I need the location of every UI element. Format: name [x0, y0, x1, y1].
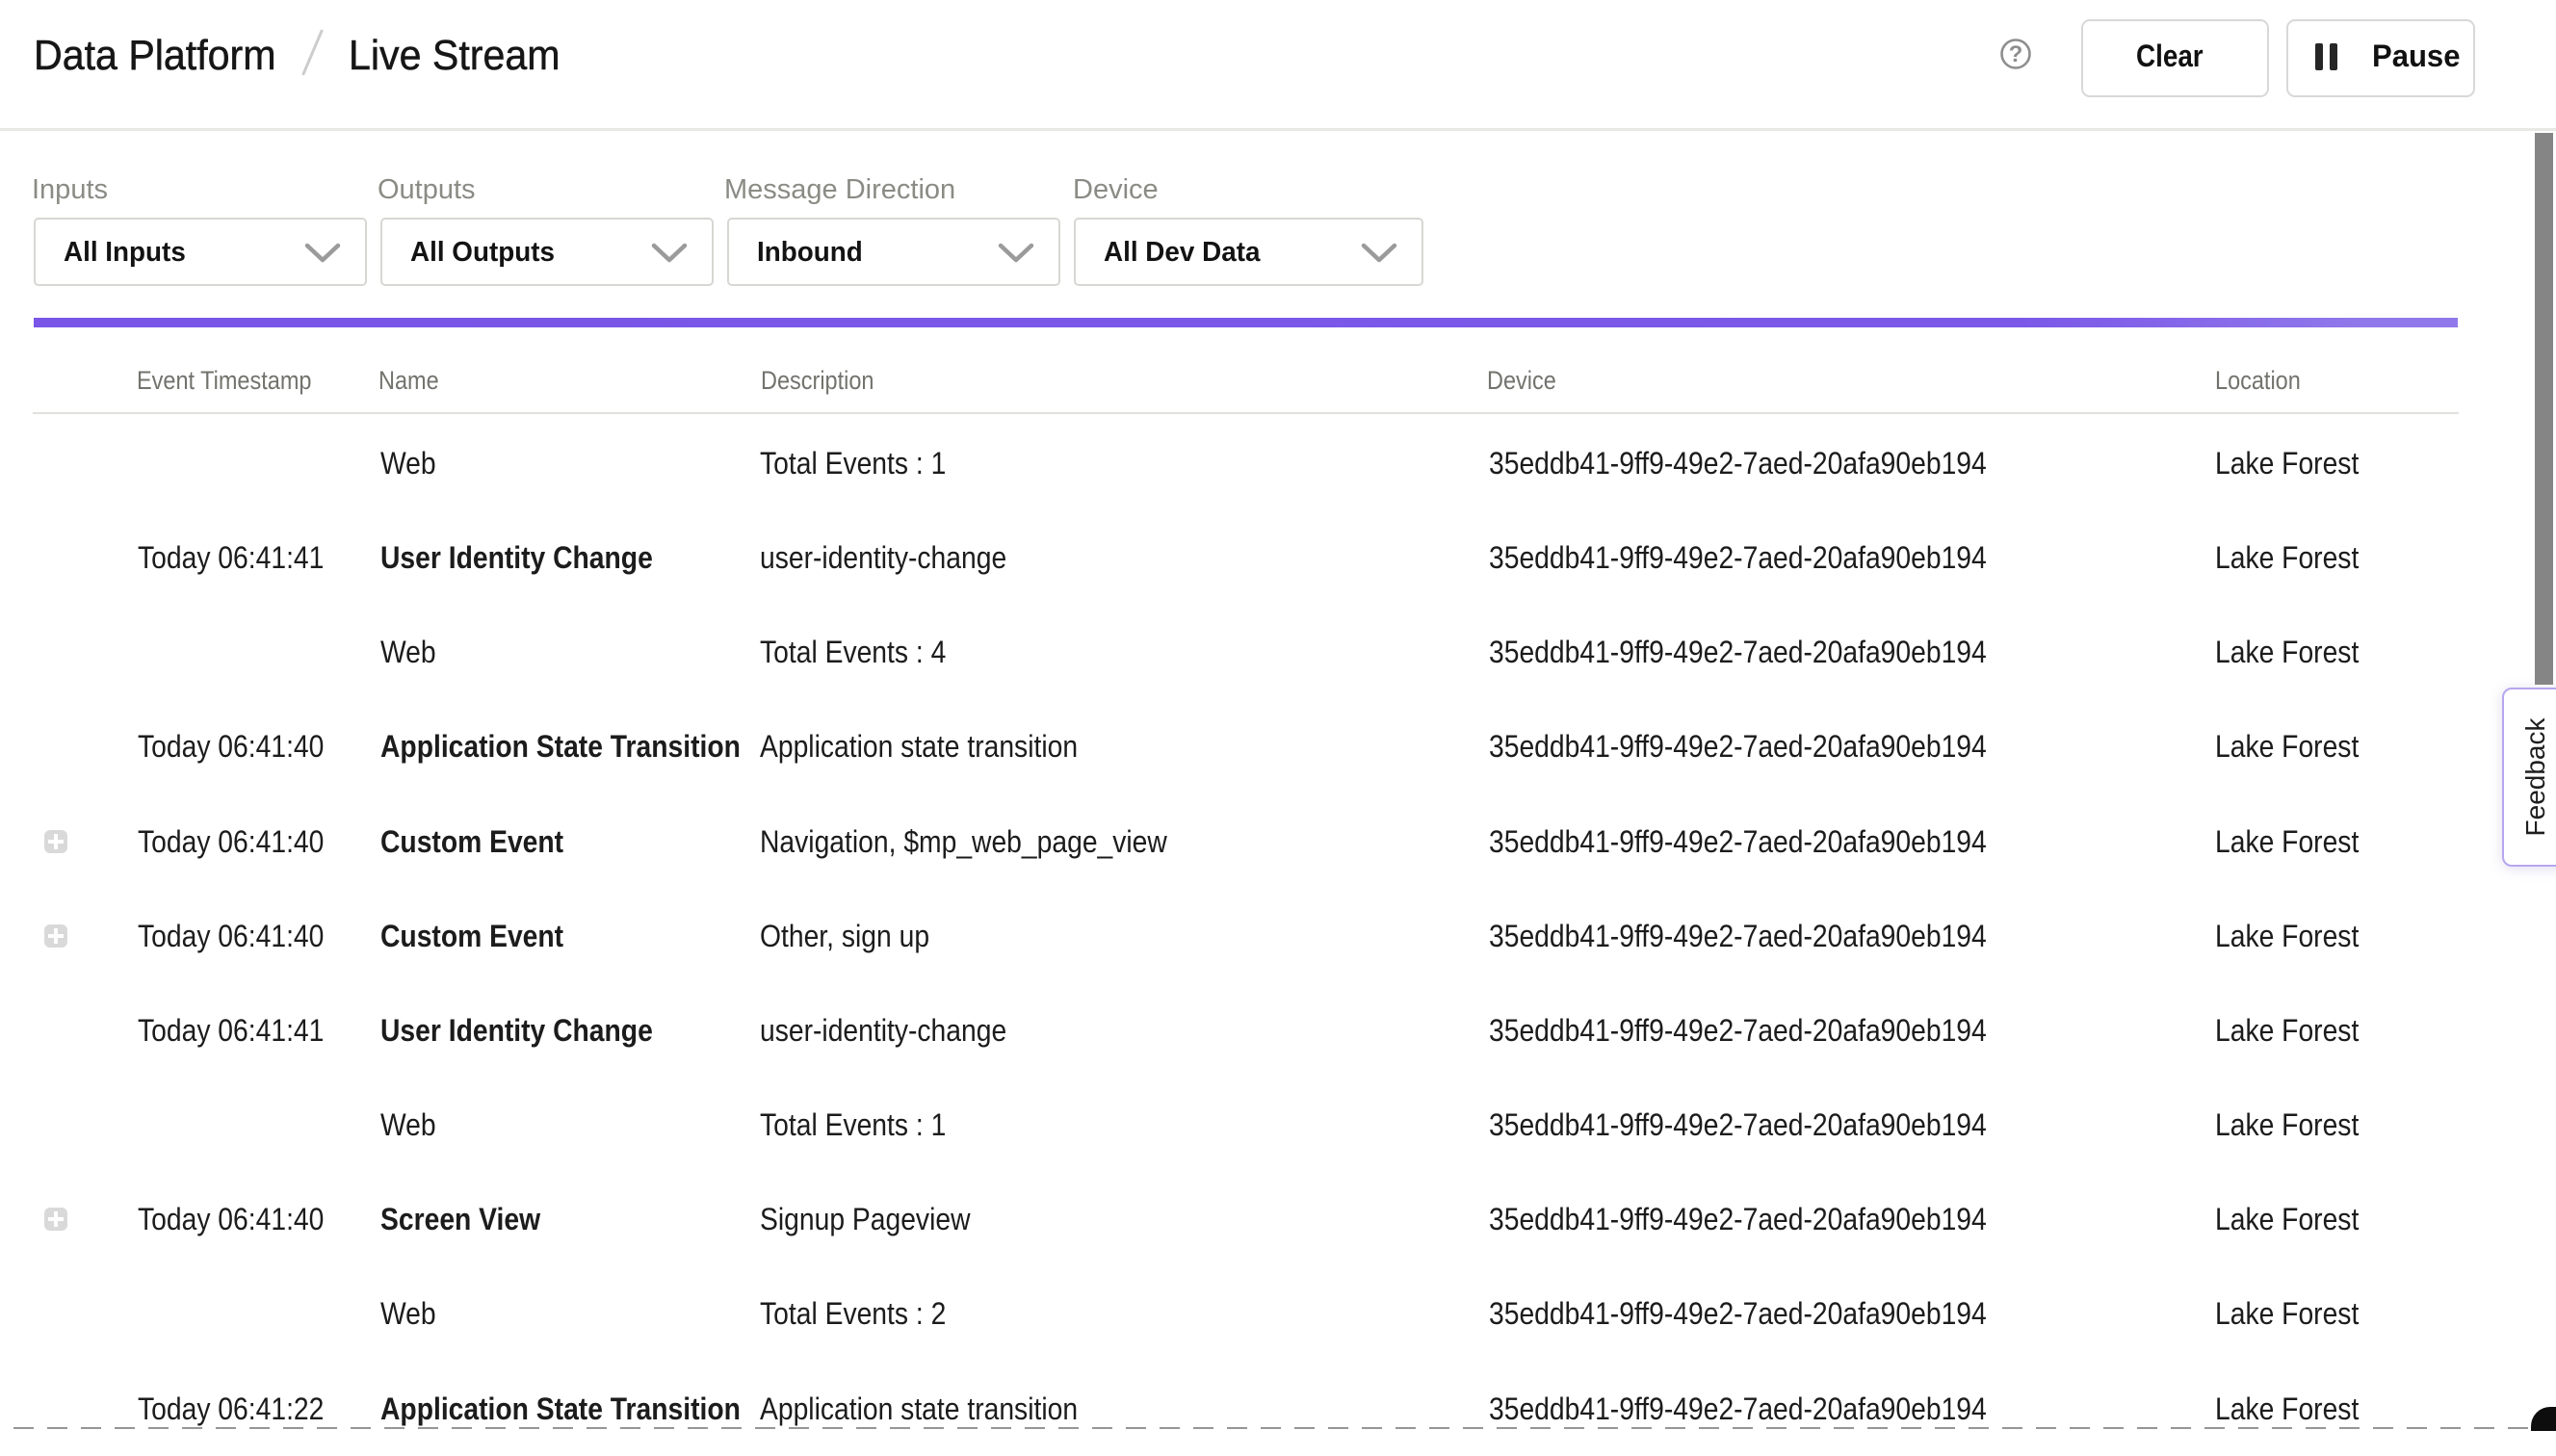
- svg-text:?: ?: [2009, 41, 2023, 67]
